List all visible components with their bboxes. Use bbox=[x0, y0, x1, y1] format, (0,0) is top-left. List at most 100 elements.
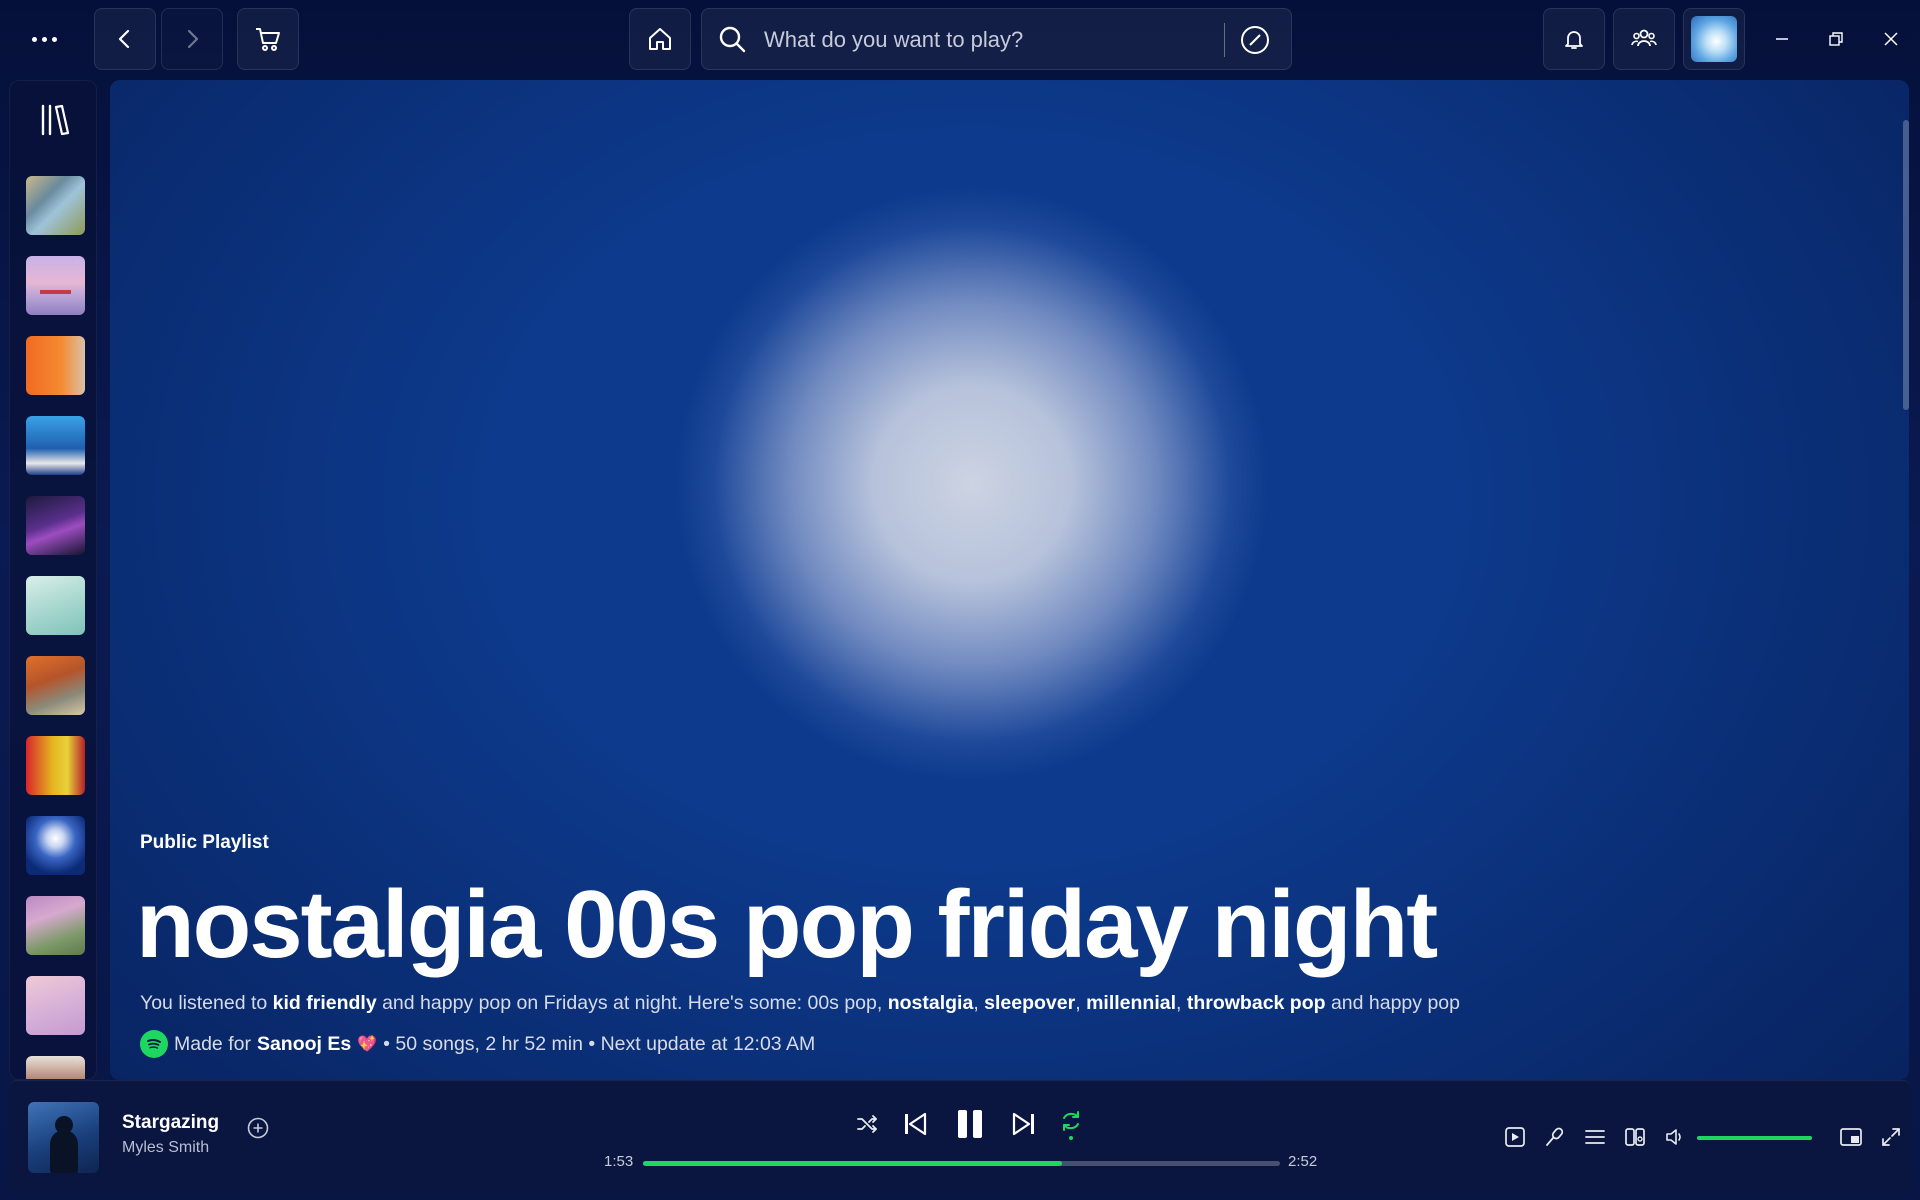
top-bar bbox=[0, 0, 1920, 78]
track-artist[interactable]: Myles Smith bbox=[122, 1139, 209, 1157]
heart-emoji: 💖 bbox=[357, 1036, 378, 1053]
spotify-logo-icon bbox=[140, 1030, 168, 1058]
description-text: and happy pop bbox=[1325, 992, 1460, 1014]
restore-icon bbox=[1829, 32, 1843, 46]
torii-gate-art bbox=[40, 290, 71, 294]
search-input[interactable] bbox=[762, 21, 1206, 59]
playlist-view: Public Playlist nostalgia 00s pop friday… bbox=[110, 80, 1909, 1080]
queue-icon bbox=[1585, 1130, 1605, 1144]
library-sidebar bbox=[9, 80, 97, 1080]
library-item-3[interactable] bbox=[26, 336, 85, 395]
back-button[interactable] bbox=[94, 8, 156, 70]
previous-button[interactable] bbox=[899, 1108, 931, 1140]
friend-activity-button[interactable] bbox=[1613, 8, 1675, 70]
pause-button[interactable] bbox=[951, 1105, 989, 1143]
next-icon bbox=[1012, 1112, 1034, 1136]
volume-slider[interactable] bbox=[1697, 1136, 1812, 1140]
library-item-12[interactable] bbox=[26, 1056, 85, 1079]
library-item-2[interactable] bbox=[26, 256, 85, 315]
playlist-description: You listened to kid friendly and happy p… bbox=[140, 992, 1460, 1015]
repeat-button[interactable] bbox=[1056, 1106, 1086, 1142]
search-divider bbox=[1224, 23, 1225, 57]
back-icon bbox=[118, 29, 130, 49]
forward-icon bbox=[187, 29, 199, 49]
description-text: , bbox=[973, 992, 985, 1014]
restore-button[interactable] bbox=[1814, 18, 1858, 60]
search-bar bbox=[701, 8, 1292, 70]
library-item-7[interactable] bbox=[26, 656, 85, 715]
library-item-8[interactable] bbox=[26, 736, 85, 795]
track-title[interactable]: Stargazing bbox=[122, 1112, 219, 1134]
minimize-button[interactable] bbox=[1760, 18, 1804, 60]
close-button[interactable] bbox=[1869, 18, 1913, 60]
library-icon[interactable] bbox=[40, 103, 70, 137]
notifications-button[interactable] bbox=[1543, 8, 1605, 70]
description-tag: sleepover bbox=[984, 992, 1076, 1014]
minimize-icon bbox=[1776, 38, 1788, 40]
cover-silhouette bbox=[50, 1130, 78, 1173]
library-item-10[interactable] bbox=[26, 896, 85, 955]
miniplayer-button[interactable] bbox=[1837, 1123, 1865, 1151]
close-icon bbox=[1884, 32, 1898, 46]
playlist-stats: • 50 songs, 2 hr 52 min • Next update at… bbox=[383, 1032, 816, 1055]
pause-icon bbox=[958, 1110, 982, 1138]
mic-icon bbox=[1546, 1127, 1564, 1146]
now-playing-view-button[interactable] bbox=[1501, 1123, 1529, 1151]
volume-icon bbox=[1666, 1129, 1681, 1145]
repeat-icon bbox=[1063, 1110, 1079, 1131]
friends-icon bbox=[1631, 29, 1657, 47]
fullscreen-button[interactable] bbox=[1877, 1123, 1905, 1151]
now-playing-view-icon bbox=[1505, 1127, 1525, 1147]
cover-head bbox=[55, 1116, 73, 1134]
playlist-meta: Made for Sanooj Es 💖 • 50 songs, 2 hr 52… bbox=[140, 1030, 815, 1058]
description-tag: nostalgia bbox=[887, 992, 974, 1014]
fullscreen-icon bbox=[1882, 1128, 1900, 1146]
add-to-library-icon[interactable] bbox=[245, 1115, 271, 1141]
progress-bar[interactable] bbox=[643, 1161, 1280, 1166]
search-icon bbox=[719, 26, 746, 53]
next-button[interactable] bbox=[1008, 1108, 1040, 1140]
profile-button[interactable] bbox=[1683, 8, 1745, 70]
device-icon bbox=[1625, 1128, 1645, 1146]
elapsed-time: 1:53 bbox=[604, 1153, 634, 1170]
home-button[interactable] bbox=[629, 8, 691, 70]
playlist-title: nostalgia 00s pop friday night bbox=[136, 871, 1438, 978]
library-item-6[interactable] bbox=[26, 576, 85, 635]
mute-button[interactable] bbox=[1661, 1123, 1689, 1151]
total-duration: 2:52 bbox=[1288, 1153, 1318, 1170]
more-icon[interactable] bbox=[22, 28, 66, 50]
description-text: , bbox=[1075, 992, 1087, 1014]
description-tag: kid friendly bbox=[272, 992, 377, 1014]
library-item-4[interactable] bbox=[26, 416, 85, 475]
browse-icon[interactable] bbox=[1239, 24, 1271, 56]
library-item-9[interactable] bbox=[26, 816, 85, 875]
queue-button[interactable] bbox=[1581, 1123, 1609, 1151]
repeat-active-dot bbox=[1069, 1135, 1073, 1140]
forward-button[interactable] bbox=[161, 8, 223, 70]
library-item-1[interactable] bbox=[26, 176, 85, 235]
avatar bbox=[1691, 16, 1737, 62]
home-icon bbox=[649, 28, 671, 50]
previous-icon bbox=[905, 1112, 927, 1136]
bell-icon bbox=[1565, 31, 1583, 49]
cart-icon bbox=[256, 28, 280, 51]
description-text: , bbox=[1176, 992, 1187, 1014]
album-cover[interactable] bbox=[28, 1102, 99, 1173]
user-link[interactable]: Sanooj Es bbox=[257, 1033, 351, 1056]
cart-button[interactable] bbox=[237, 8, 299, 70]
shuffle-button[interactable] bbox=[852, 1109, 882, 1139]
connect-device-button[interactable] bbox=[1621, 1123, 1649, 1151]
shuffle-icon bbox=[857, 1115, 877, 1133]
volume-fill bbox=[1697, 1136, 1812, 1140]
description-tag: throwback pop bbox=[1186, 992, 1326, 1014]
now-playing-bar: Stargazing Myles Smith 1:53 2:52 bbox=[9, 1080, 1911, 1193]
description-text: You listened to bbox=[140, 992, 273, 1014]
made-for-label: Made for bbox=[174, 1032, 251, 1055]
library-item-11[interactable] bbox=[26, 976, 85, 1035]
progress-fill bbox=[643, 1161, 1062, 1166]
description-text: and happy pop on Fridays at night. Here'… bbox=[376, 992, 888, 1014]
library-item-5[interactable] bbox=[26, 496, 85, 555]
miniplayer-icon bbox=[1840, 1128, 1862, 1146]
scrollbar[interactable] bbox=[1903, 120, 1909, 410]
lyrics-button[interactable] bbox=[1541, 1123, 1569, 1151]
